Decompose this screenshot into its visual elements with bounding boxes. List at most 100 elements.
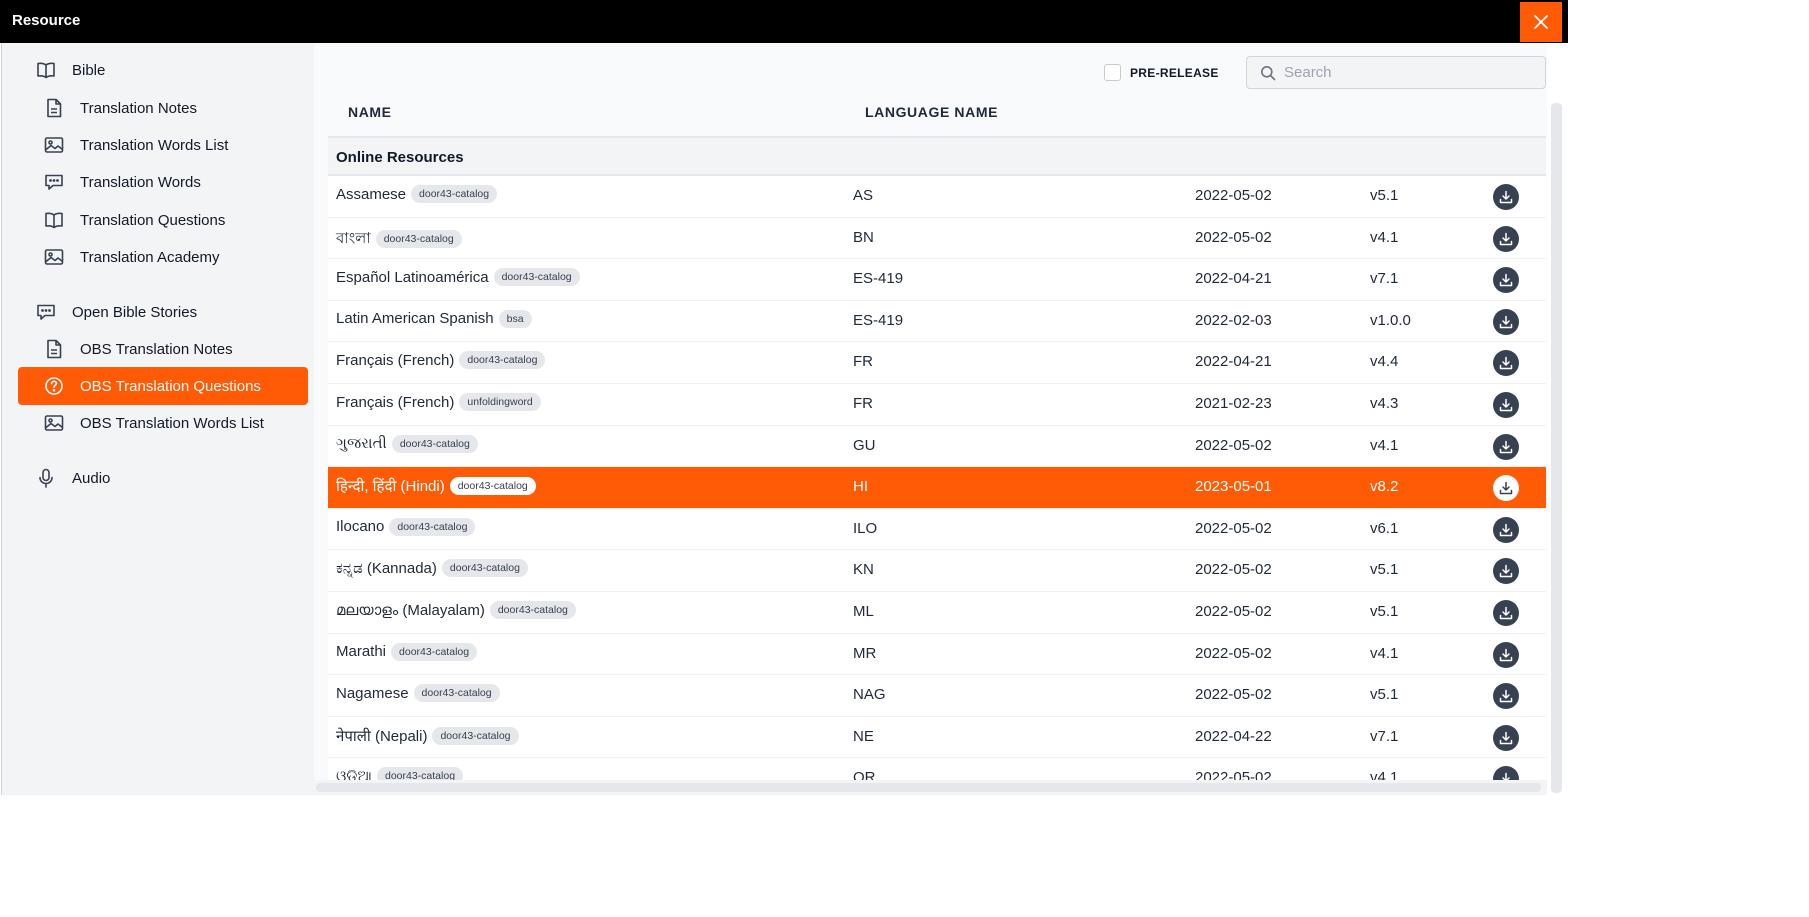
download-button[interactable] xyxy=(1493,641,1519,668)
resource-list: Assamese door43-catalog AS 2022-05-02 v5.1 বা… xyxy=(328,176,1546,780)
language-code: HI xyxy=(853,478,868,496)
resource-name-cell: Latin American Spanish bsa xyxy=(336,309,532,328)
download-icon xyxy=(1499,606,1513,620)
sidebar-item-open-bible-stories[interactable]: Open Bible Stories xyxy=(18,293,308,331)
release-date: 2022-02-03 xyxy=(1195,311,1272,329)
download-button[interactable] xyxy=(1493,225,1519,252)
scrollbar-thumb[interactable] xyxy=(316,783,1541,792)
download-button[interactable] xyxy=(1493,600,1519,626)
download-button[interactable] xyxy=(1493,516,1519,543)
resource-name-cell: Français (French) unfoldingword xyxy=(336,393,541,411)
download-button[interactable] xyxy=(1493,683,1519,710)
version: v5.1 xyxy=(1370,686,1399,704)
sidebar-item-label: Translation Words xyxy=(80,173,201,191)
sidebar-item-label: Open Bible Stories xyxy=(72,303,198,321)
table-row[interactable]: Assamese door43-catalog AS 2022-05-02 v5.1 xyxy=(328,176,1546,218)
prerelease-checkbox[interactable] xyxy=(1104,64,1121,81)
book-icon xyxy=(44,210,64,230)
table-row[interactable]: ગુજરાતી door43-catalog GU 2022-05-02 v4.1 xyxy=(328,425,1546,468)
download-button[interactable] xyxy=(1493,184,1519,210)
table-row[interactable]: Nagamese door43-catalog NAG 2022-05-02 v5.1 xyxy=(328,675,1546,717)
download-button[interactable] xyxy=(1493,558,1519,585)
source-tag: door43-catalog xyxy=(389,517,476,536)
scrollbar-thumb[interactable] xyxy=(1551,103,1562,793)
prerelease-label: PRE-RELEASE xyxy=(1130,65,1219,80)
table-row[interactable]: ಕನ್ನಡ (Kannada) door43-catalog KN 2022-05-0… xyxy=(328,550,1546,592)
source-tag: door43-catalog xyxy=(441,559,528,578)
download-icon xyxy=(1499,523,1513,537)
download-icon xyxy=(1499,481,1513,495)
vertical-scrollbar[interactable] xyxy=(1547,43,1568,795)
sidebar-item-translation-notes[interactable]: Translation Notes xyxy=(18,89,308,127)
table-row[interactable]: Español Latinoamérica door43-catalog ES-41… xyxy=(328,259,1546,301)
search-icon xyxy=(1261,65,1276,80)
resource-name: Nagamese xyxy=(336,684,409,702)
sidebar-item-label: Audio xyxy=(72,469,111,487)
language-code: ILO xyxy=(853,519,878,537)
download-icon xyxy=(1499,648,1513,661)
source-tag: door43-catalog xyxy=(413,684,500,703)
column-header-language[interactable]: LANGUAGE NAME xyxy=(865,104,998,120)
table-row[interactable]: हिन्दी, हिंदी (Hindi) door43-catalog HI 202… xyxy=(328,467,1546,509)
sidebar-item-audio[interactable]: Audio xyxy=(18,459,308,497)
resource-name-cell: Français (French) door43-catalog xyxy=(336,351,546,370)
table-row[interactable]: Français (French) unfoldingword FR 2021-02-… xyxy=(328,384,1546,426)
download-button[interactable] xyxy=(1493,308,1519,335)
resource-name: Marathi xyxy=(336,643,387,661)
version: v1.0.0 xyxy=(1370,311,1411,329)
download-button[interactable] xyxy=(1493,724,1519,751)
sidebar-item-label: Translation Notes xyxy=(80,99,197,117)
prerelease-toggle[interactable]: PRE-RELEASE xyxy=(1104,64,1219,81)
sidebar-item-label: OBS Translation Notes xyxy=(80,340,233,358)
download-button[interactable] xyxy=(1493,475,1519,502)
table-row[interactable]: Ilocano door43-catalog ILO 2022-05-02 v6.1 xyxy=(328,508,1546,551)
sidebar-item-bible[interactable]: Bible xyxy=(18,51,308,89)
sidebar-item-translation-words[interactable]: Translation Words xyxy=(18,163,308,201)
group-header: Online Resources xyxy=(328,136,1546,176)
release-date: 2022-05-02 xyxy=(1195,644,1272,662)
resource-name-cell: ಕನ್ನಡ (Kannada) door43-catalog xyxy=(336,559,528,578)
download-icon xyxy=(1499,357,1513,370)
table-row[interactable]: Marathi door43-catalog MR 2022-05-02 v4.1 xyxy=(328,633,1546,676)
download-button[interactable] xyxy=(1493,392,1519,418)
table-row[interactable]: ଓଡ଼ିଆ door43-catalog OR 2022-05-02 v4.1 xyxy=(328,758,1546,780)
table-row[interactable]: বাংলা door43-catalog BN 2022-05-02 v4.1 xyxy=(328,217,1546,260)
image-icon xyxy=(44,135,64,155)
release-date: 2022-05-02 xyxy=(1195,519,1272,537)
sidebar-item-obs-translation-questions[interactable]: OBS Translation Questions xyxy=(18,367,308,405)
download-button[interactable] xyxy=(1493,350,1519,377)
source-tag: door43-catalog xyxy=(449,477,536,496)
sidebar-item-obs-translation-words-list[interactable]: OBS Translation Words List xyxy=(18,404,308,442)
sidebar-item-translation-words-list[interactable]: Translation Words List xyxy=(18,126,308,164)
download-icon xyxy=(1499,689,1513,703)
source-tag: unfoldingword xyxy=(459,393,541,411)
search-input[interactable] xyxy=(1284,64,1534,81)
column-header-name[interactable]: NAME xyxy=(348,104,392,120)
sidebar-item-label: OBS Translation Words List xyxy=(80,414,264,432)
download-button[interactable] xyxy=(1493,766,1519,780)
sidebar-item-obs-translation-notes[interactable]: OBS Translation Notes xyxy=(18,330,308,368)
resource-name: Assamese xyxy=(336,185,407,203)
microphone-icon xyxy=(36,468,56,488)
horizontal-scrollbar[interactable] xyxy=(314,780,1547,795)
close-button[interactable] xyxy=(1520,2,1562,42)
download-button[interactable] xyxy=(1493,433,1519,460)
version: v4.1 xyxy=(1370,436,1399,454)
version: v6.1 xyxy=(1370,519,1399,537)
resource-name: हिन्दी, हिंदी (Hindi) xyxy=(336,478,445,496)
sidebar-item-label: Bible xyxy=(72,61,106,79)
group-label: Online Resources xyxy=(336,149,464,166)
resource-name-cell: ଓଡ଼ିଆ door43-catalog xyxy=(336,767,464,780)
download-button[interactable] xyxy=(1493,267,1519,294)
language-code: NE xyxy=(853,727,874,745)
resource-name: മലയാളം (Malayalam) xyxy=(336,601,485,619)
table-row[interactable]: മലയാളം (Malayalam) door43-catalog ML 2022-0… xyxy=(328,592,1546,634)
release-date: 2022-04-22 xyxy=(1195,727,1272,745)
sidebar-item-translation-academy[interactable]: Translation Academy xyxy=(18,238,308,276)
sidebar-item-translation-questions[interactable]: Translation Questions xyxy=(18,201,308,239)
table-row[interactable]: Français (French) door43-catalog FR 2022-04… xyxy=(328,342,1546,384)
table-row[interactable]: Latin American Spanish bsa ES-419 2022-02-0… xyxy=(328,300,1546,343)
chat-bubble-icon xyxy=(44,172,64,192)
table-row[interactable]: नेपाली (Nepali) door43-catalog NE 2022-04-2… xyxy=(328,716,1546,759)
version: v4.4 xyxy=(1370,353,1399,371)
